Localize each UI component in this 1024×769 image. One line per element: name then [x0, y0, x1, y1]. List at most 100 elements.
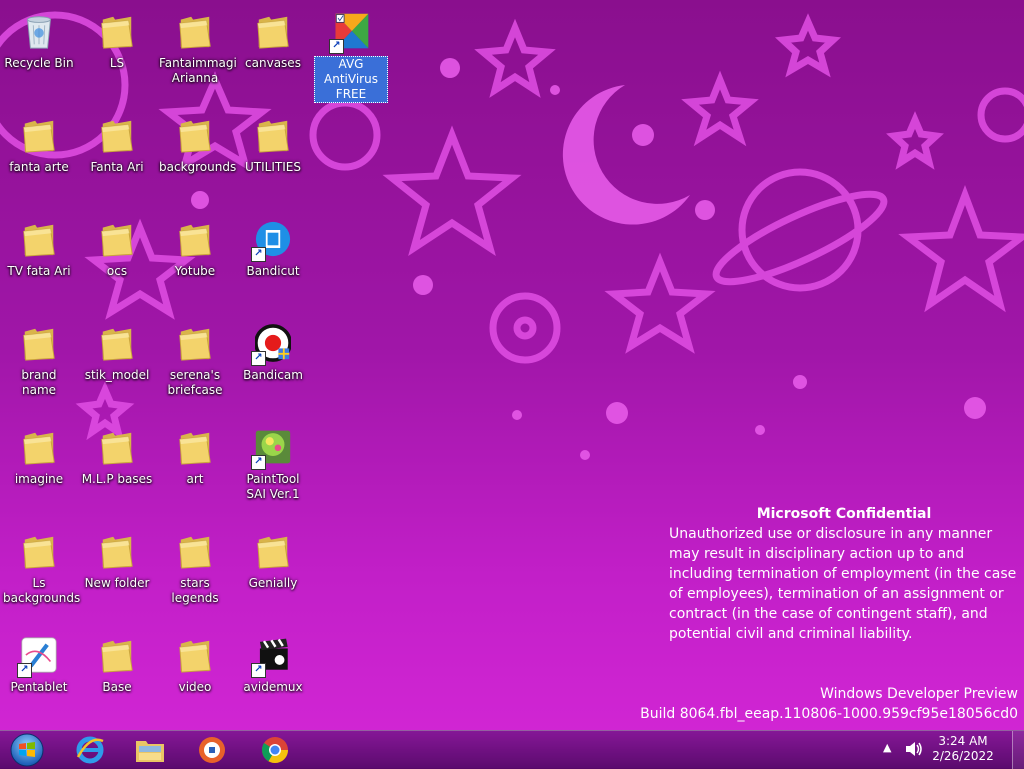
desktop-icon-ocs[interactable]: ocs	[80, 208, 154, 279]
taskbar-chrome-button[interactable]	[251, 733, 299, 767]
folder-icon	[23, 120, 55, 153]
desktop-icon-image	[95, 110, 139, 158]
desktop-icon-label: imagine	[14, 472, 64, 486]
desktop-icon-backgrounds[interactable]: backgrounds	[158, 104, 236, 175]
desktop-icon-serena-s-briefcase[interactable]: serena's briefcase	[158, 312, 232, 398]
desktop-icon-image: ↗	[251, 318, 295, 366]
desktop-icon-tv-fata-ari[interactable]: TV fata Ari	[2, 208, 76, 279]
folder-icon	[257, 16, 289, 49]
desktop-icon-image	[17, 318, 61, 366]
desktop-icon-painttool-sai-ver-1[interactable]: ↗ PaintTool SAI Ver.1	[236, 416, 310, 502]
windows-logo-icon	[10, 733, 44, 767]
clock-time: 3:24 AM	[938, 734, 988, 748]
desktop-icon-image	[173, 318, 217, 366]
desktop-icon-image	[17, 526, 61, 574]
desktop-icon-yotube[interactable]: Yotube	[158, 208, 232, 279]
desktop-icon-image	[95, 318, 139, 366]
speaker-icon[interactable]	[904, 740, 924, 758]
desktop-icon-fantaimmagi-arianna[interactable]: Fantaimmagi Arianna	[158, 0, 237, 86]
folder-icon	[101, 536, 133, 569]
taskbar-file-explorer-button[interactable]	[126, 733, 174, 767]
show-desktop-button[interactable]	[1012, 731, 1024, 769]
desktop-icon-image	[173, 630, 217, 678]
desktop-icon-label: TV fata Ari	[7, 264, 71, 278]
desktop-icon-label: Yotube	[174, 264, 216, 278]
desktop-icon-art[interactable]: art	[158, 416, 232, 487]
desktop-icon-base[interactable]: Base	[80, 624, 154, 695]
folder-icon	[179, 640, 211, 673]
start-button[interactable]	[4, 733, 50, 767]
confidential-title: Microsoft Confidential	[756, 506, 932, 522]
clock[interactable]: 3:24 AM 2/26/2022	[930, 734, 996, 764]
desktop-icon-stars-legends[interactable]: stars legends	[158, 520, 232, 606]
taskbar-browser-button[interactable]	[188, 733, 236, 767]
chrome-icon	[261, 737, 289, 764]
taskbar: ▲ 3:24 AM 2/26/2022	[0, 730, 1024, 769]
shortcut-arrow-icon: ↗	[251, 455, 266, 470]
folder-icon	[257, 120, 289, 153]
desktop-icon-bandicut[interactable]: ↗ Bandicut	[236, 208, 310, 279]
desktop-icon-pentablet[interactable]: ↗ Pentablet	[2, 624, 76, 695]
folder-icon	[23, 432, 55, 465]
desktop-icon-stik-model[interactable]: stik_model	[80, 312, 154, 383]
desktop-icon-label: PaintTool SAI Ver.1	[246, 472, 300, 501]
show-hidden-icons-button[interactable]: ▲	[883, 741, 891, 754]
folder-icon	[101, 224, 133, 257]
shortcut-arrow-icon: ↗	[251, 247, 266, 262]
desktop-icon-image	[173, 214, 217, 262]
edition-text: Windows Developer Preview	[820, 686, 1018, 702]
folder-icon	[101, 328, 133, 361]
desktop-icon-fanta-arte[interactable]: fanta arte	[2, 104, 76, 175]
desktop-icon-genially[interactable]: Genially	[236, 520, 310, 591]
desktop-icon-brand-name[interactable]: brand name	[2, 312, 76, 398]
folder-icon	[23, 328, 55, 361]
desktop-icon-label: UTILITIES	[245, 160, 301, 174]
folder-icon	[23, 224, 55, 257]
desktop-icon-label: Recycle Bin	[4, 56, 74, 70]
desktop-icon-imagine[interactable]: imagine	[2, 416, 76, 487]
desktop-icon-image	[17, 422, 61, 470]
desktop-icon-new-folder[interactable]: New folder	[80, 520, 154, 591]
desktop-icon-label: ocs	[106, 264, 128, 278]
clock-date: 2/26/2022	[932, 749, 994, 763]
desktop-icon-avg-antivirus-free[interactable]: ↗ AVG AntiVirus FREE	[314, 0, 388, 103]
desktop-icon-image	[251, 6, 295, 54]
desktop-icon-image	[173, 6, 217, 54]
folder-icon	[179, 536, 211, 569]
desktop-icon-image: ↗	[251, 422, 295, 470]
desktop-icon-image: ↗	[251, 630, 295, 678]
desktop-icon-video[interactable]: video	[158, 624, 232, 695]
desktop-icon-avidemux[interactable]: ↗ avidemux	[236, 624, 310, 695]
desktop-icon-image	[95, 526, 139, 574]
desktop-icon-image	[95, 6, 139, 54]
desktop-icon-ls[interactable]: LS	[80, 0, 154, 71]
desktop-icon-recycle-bin[interactable]: Recycle Bin	[2, 0, 76, 71]
desktop-icon-image	[95, 214, 139, 262]
folder-icon	[101, 120, 133, 153]
desktop-icon-ls-backgrounds[interactable]: Ls backgrounds	[2, 520, 80, 606]
desktop-icon-canvases[interactable]: canvases	[236, 0, 310, 71]
desktop-icon-image	[173, 526, 217, 574]
desktop-icon-label: fanta arte	[9, 160, 69, 174]
shortcut-arrow-icon: ↗	[251, 351, 266, 366]
desktop-icon-label: canvases	[245, 56, 301, 70]
desktop-icon-label: stars legends	[171, 576, 219, 605]
taskbar-internet-explorer-button[interactable]	[66, 733, 114, 767]
desktop-icon-fanta-ari[interactable]: Fanta Ari	[80, 104, 154, 175]
desktop-icon-m-l-p-bases[interactable]: M.L.P bases	[80, 416, 154, 487]
desktop-icon-bandicam[interactable]: ↗ Bandicam	[236, 312, 310, 383]
desktop-icon-image: ↗	[17, 630, 61, 678]
folder-icon	[101, 640, 133, 673]
folder-icon	[179, 224, 211, 257]
firefox-icon	[199, 737, 225, 763]
folder-icon	[179, 432, 211, 465]
ie-icon	[76, 736, 104, 764]
desktop-icon-image	[95, 422, 139, 470]
folder-icon	[179, 328, 211, 361]
shortcut-arrow-icon: ↗	[17, 663, 32, 678]
desktop-icon-label: brand name	[21, 368, 57, 397]
desktop-icon-label: New folder	[84, 576, 150, 590]
shortcut-arrow-icon: ↗	[329, 39, 344, 54]
desktop-icon-utilities[interactable]: UTILITIES	[236, 104, 310, 175]
desktop-icon-image: ↗	[329, 6, 373, 54]
